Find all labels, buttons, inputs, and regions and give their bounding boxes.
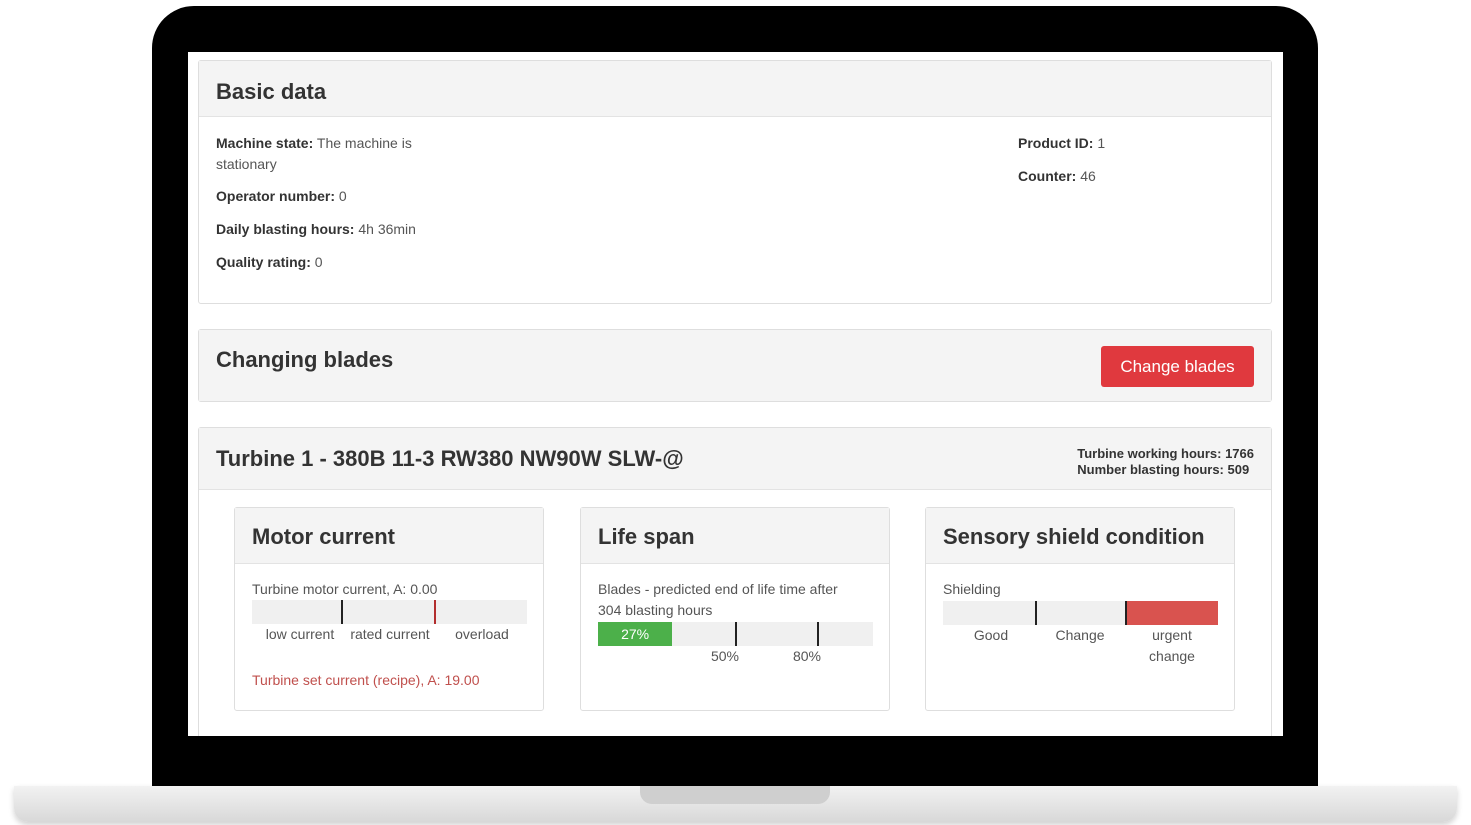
product-id-label: Product ID: xyxy=(1018,135,1094,151)
changing-blades-panel: Changing blades Change blades xyxy=(198,329,1272,402)
life-span-title: Life span xyxy=(598,524,695,549)
life-span-header: Life span xyxy=(581,508,889,564)
life-span-progress: 27% xyxy=(598,622,873,646)
product-id-field: Product ID: 1 xyxy=(1018,133,1105,154)
life-span-mark-50: 50% xyxy=(710,648,740,664)
laptop-notch xyxy=(640,786,830,804)
quality-value: 0 xyxy=(314,254,323,270)
machine-state-value: The machine is xyxy=(316,135,412,151)
turbine-panel: Turbine 1 - 380B 11-3 RW380 NW90W SLW-@ … xyxy=(198,427,1272,736)
turbine-hours: Turbine working hours: 1766 Number blast… xyxy=(1077,446,1254,478)
motor-current-header: Motor current xyxy=(235,508,543,564)
motor-current-gauge xyxy=(252,600,527,624)
gauge-label-rated: rated current xyxy=(350,626,430,642)
daily-hours-value: 4h 36min xyxy=(358,221,416,237)
machine-state-field: Machine state: The machine is stationary xyxy=(216,133,412,175)
shield-tick-change xyxy=(1035,601,1037,625)
product-id-value: 1 xyxy=(1097,135,1106,151)
machine-state-value-cont: stationary xyxy=(216,156,277,172)
life-span-desc-line1: Blades - predicted end of life time afte… xyxy=(598,581,838,597)
gauge-label-overload: overload xyxy=(455,626,509,642)
life-span-card: Life span Blades - predicted end of life… xyxy=(580,507,890,711)
life-span-tick-80 xyxy=(817,622,819,646)
life-span-desc-line2: 304 blasting hours xyxy=(598,602,713,618)
counter-field: Counter: 46 xyxy=(1018,166,1096,187)
quality-label: Quality rating: xyxy=(216,254,311,270)
motor-set-current: Turbine set current (recipe), A: 19.00 xyxy=(252,672,480,688)
counter-value: 46 xyxy=(1080,168,1096,184)
life-span-tick-50 xyxy=(735,622,737,646)
shield-level-change: Change xyxy=(1055,627,1105,643)
motor-current-card: Motor current Turbine motor current, A: … xyxy=(234,507,544,711)
counter-label: Counter: xyxy=(1018,168,1077,184)
life-span-mark-80: 80% xyxy=(792,648,822,664)
basic-data-panel: Basic data Machine state: The machine is… xyxy=(198,60,1272,304)
shield-level-urgent-line2: change xyxy=(1149,648,1195,664)
change-blades-button[interactable]: Change blades xyxy=(1101,346,1254,387)
number-blasting-hours: Number blasting hours: 509 xyxy=(1077,462,1250,477)
gauge-label-low: low current xyxy=(265,626,335,642)
motor-current-reading: Turbine motor current, A: 0.00 xyxy=(252,581,438,597)
changing-blades-header: Changing blades Change blades xyxy=(199,330,1271,401)
gauge-tick-overload xyxy=(434,600,436,624)
shield-tick-urgent xyxy=(1125,601,1127,625)
gauge-tick-rated xyxy=(341,600,343,624)
turbine-title: Turbine 1 - 380B 11-3 RW380 NW90W SLW-@ xyxy=(216,446,684,471)
turbine-working-hours: Turbine working hours: 1766 xyxy=(1077,446,1254,461)
life-span-description: Blades - predicted end of life time afte… xyxy=(598,579,838,621)
shield-gauge xyxy=(943,601,1218,625)
quality-field: Quality rating: 0 xyxy=(216,252,323,273)
shield-level-urgent-line1: urgent xyxy=(1152,627,1192,643)
shield-urgent-zone xyxy=(1126,601,1218,625)
shield-condition-title: Sensory shield condition xyxy=(943,524,1205,549)
machine-state-label: Machine state: xyxy=(216,135,314,151)
operator-label: Operator number: xyxy=(216,188,336,204)
life-span-progress-fill: 27% xyxy=(598,622,673,646)
basic-data-header: Basic data xyxy=(199,61,1271,117)
basic-data-title: Basic data xyxy=(216,79,327,104)
shield-level-urgent: urgent change xyxy=(1138,625,1206,667)
shield-condition-card: Sensory shield condition Shielding Good … xyxy=(925,507,1235,711)
daily-hours-label: Daily blasting hours: xyxy=(216,221,355,237)
operator-value: 0 xyxy=(338,188,347,204)
daily-hours-field: Daily blasting hours: 4h 36min xyxy=(216,219,416,240)
shielding-label: Shielding xyxy=(943,581,1001,597)
turbine-header: Turbine 1 - 380B 11-3 RW380 NW90W SLW-@ … xyxy=(199,428,1271,490)
motor-current-title: Motor current xyxy=(252,524,395,549)
changing-blades-title: Changing blades xyxy=(216,347,394,372)
shield-condition-header: Sensory shield condition xyxy=(926,508,1234,564)
operator-field: Operator number: 0 xyxy=(216,186,347,207)
screen: Basic data Machine state: The machine is… xyxy=(188,52,1283,736)
shield-level-good: Good xyxy=(973,627,1009,643)
